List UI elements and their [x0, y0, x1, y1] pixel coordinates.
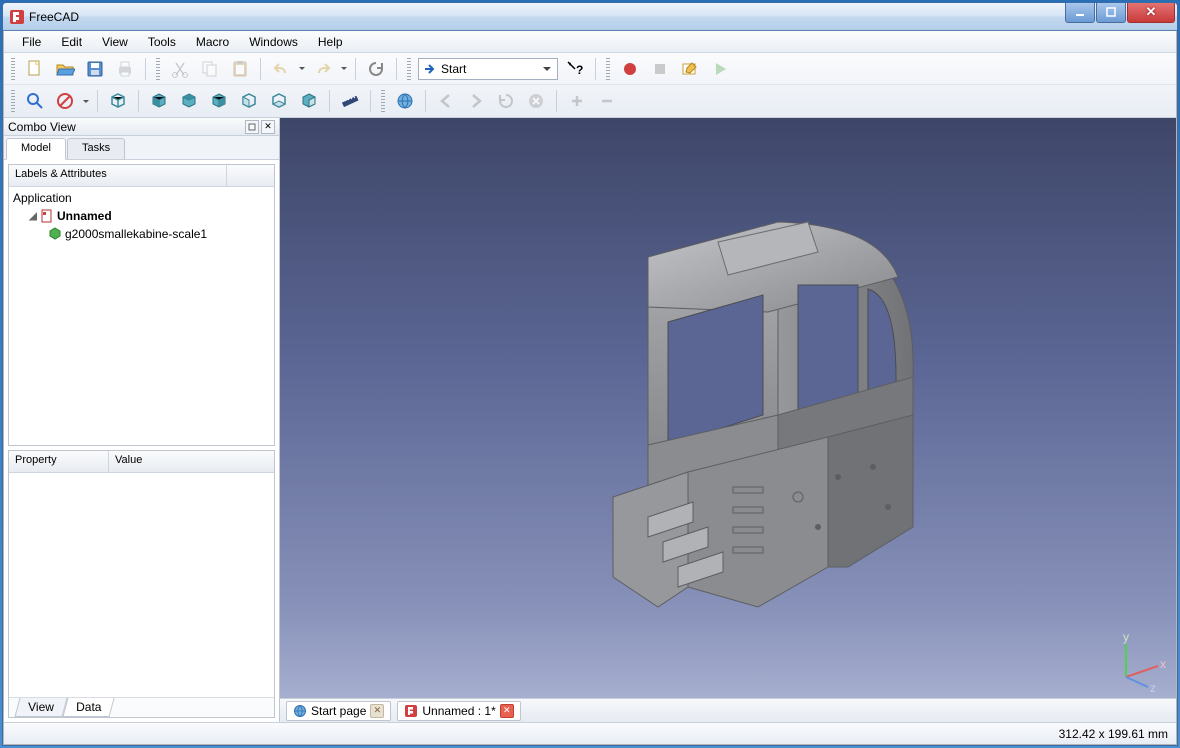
start-arrow-icon — [423, 62, 437, 76]
cut-button[interactable] — [167, 56, 193, 82]
close-tab-icon[interactable]: ✕ — [370, 704, 384, 718]
macro-run-button[interactable] — [707, 56, 733, 82]
menubar: File Edit View Tools Macro Windows Help — [4, 31, 1176, 53]
dock-close-button[interactable]: ✕ — [261, 120, 275, 134]
redo-dropdown[interactable] — [340, 56, 348, 82]
menu-view[interactable]: View — [92, 32, 138, 52]
workbench-label: Start — [441, 62, 466, 76]
macro-edit-button[interactable] — [677, 56, 703, 82]
combo-view-panel: Combo View ✕ Model Tasks Labels & Attrib… — [4, 118, 280, 722]
close-tab-icon[interactable]: ✕ — [500, 704, 514, 718]
draw-style-dropdown[interactable] — [82, 88, 90, 114]
tab-tasks[interactable]: Tasks — [67, 138, 125, 159]
doc-tab-start[interactable]: Start page ✕ — [286, 701, 391, 721]
view-bottom-button[interactable] — [266, 88, 292, 114]
toolbar-grip[interactable] — [11, 90, 15, 112]
freecad-icon — [9, 9, 25, 25]
new-file-button[interactable] — [22, 56, 48, 82]
menu-windows[interactable]: Windows — [239, 32, 308, 52]
whatsthis-button[interactable]: ? — [562, 56, 588, 82]
menu-macro[interactable]: Macro — [186, 32, 239, 52]
macro-stop-button[interactable] — [647, 56, 673, 82]
doc-tab-unnamed[interactable]: Unnamed : 1* ✕ — [397, 701, 520, 721]
titlebar: FreeCAD ✕ — [3, 3, 1177, 31]
toolbar-grip[interactable] — [156, 58, 160, 80]
svg-text:?: ? — [576, 63, 583, 77]
draw-style-button[interactable] — [52, 88, 78, 114]
redo-button[interactable] — [310, 56, 336, 82]
tree-header[interactable]: Labels & Attributes — [9, 165, 227, 186]
paste-button[interactable] — [227, 56, 253, 82]
property-header[interactable]: Property — [9, 451, 109, 472]
refresh-button[interactable] — [363, 56, 389, 82]
props-tab-view[interactable]: View — [14, 698, 67, 717]
svg-text:x: x — [1160, 657, 1166, 671]
menu-edit[interactable]: Edit — [51, 32, 92, 52]
web-reload-button[interactable] — [493, 88, 519, 114]
view-rear-button[interactable] — [236, 88, 262, 114]
web-forward-button[interactable] — [463, 88, 489, 114]
measure-button[interactable] — [337, 88, 363, 114]
statusbar: 312.42 x 199.61 mm — [4, 722, 1176, 744]
props-tab-data[interactable]: Data — [62, 698, 114, 717]
combo-view-title: Combo View — [8, 120, 76, 134]
print-button[interactable] — [112, 56, 138, 82]
workbench-selector[interactable]: Start — [418, 58, 558, 80]
menu-tools[interactable]: Tools — [138, 32, 186, 52]
view-iso-button[interactable] — [105, 88, 131, 114]
menu-file[interactable]: File — [12, 32, 51, 52]
document-tabs: Start page ✕ Unnamed : 1* ✕ — [280, 698, 1176, 722]
model-render — [518, 167, 938, 627]
open-file-button[interactable] — [52, 56, 78, 82]
tab-model[interactable]: Model — [6, 138, 66, 160]
property-panel: Property Value View Data — [8, 450, 275, 718]
svg-text:y: y — [1123, 632, 1129, 644]
value-header[interactable]: Value — [109, 451, 274, 472]
web-back-button[interactable] — [433, 88, 459, 114]
view-top-button[interactable] — [176, 88, 202, 114]
3d-viewport[interactable]: y x z Start page ✕ Unnamed : 1* ✕ — [280, 118, 1176, 722]
web-stop-button[interactable] — [523, 88, 549, 114]
toolbar-grip[interactable] — [381, 90, 385, 112]
minimize-button[interactable] — [1065, 3, 1095, 23]
toolbars: Start ? — [4, 53, 1176, 118]
tree-root[interactable]: Application — [9, 189, 274, 207]
macro-record-button[interactable] — [617, 56, 643, 82]
toolbar-grip[interactable] — [606, 58, 610, 80]
copy-button[interactable] — [197, 56, 223, 82]
maximize-button[interactable] — [1096, 3, 1126, 23]
tree-item[interactable]: g2000smallekabine-scale1 — [9, 225, 274, 243]
svg-text:z: z — [1150, 681, 1156, 692]
freecad-doc-icon — [404, 704, 418, 718]
axis-indicator: y x z — [1106, 632, 1166, 692]
view-front-button[interactable] — [146, 88, 172, 114]
web-home-button[interactable] — [392, 88, 418, 114]
fit-view-button[interactable] — [22, 88, 48, 114]
window-title: FreeCAD — [29, 10, 1064, 24]
dock-float-button[interactable] — [245, 120, 259, 134]
toolbar-grip[interactable] — [11, 58, 15, 80]
globe-icon — [293, 704, 307, 718]
tree-panel: Labels & Attributes Application ◢ Unname… — [8, 164, 275, 446]
zoom-in-button[interactable] — [564, 88, 590, 114]
view-right-button[interactable] — [206, 88, 232, 114]
toolbar-grip[interactable] — [407, 58, 411, 80]
undo-button[interactable] — [268, 56, 294, 82]
save-button[interactable] — [82, 56, 108, 82]
menu-help[interactable]: Help — [308, 32, 353, 52]
status-dimensions: 312.42 x 199.61 mm — [1059, 727, 1168, 741]
close-button[interactable]: ✕ — [1127, 3, 1175, 23]
tree-document[interactable]: ◢ Unnamed — [9, 207, 274, 225]
view-left-button[interactable] — [296, 88, 322, 114]
zoom-out-button[interactable] — [594, 88, 620, 114]
undo-dropdown[interactable] — [298, 56, 306, 82]
